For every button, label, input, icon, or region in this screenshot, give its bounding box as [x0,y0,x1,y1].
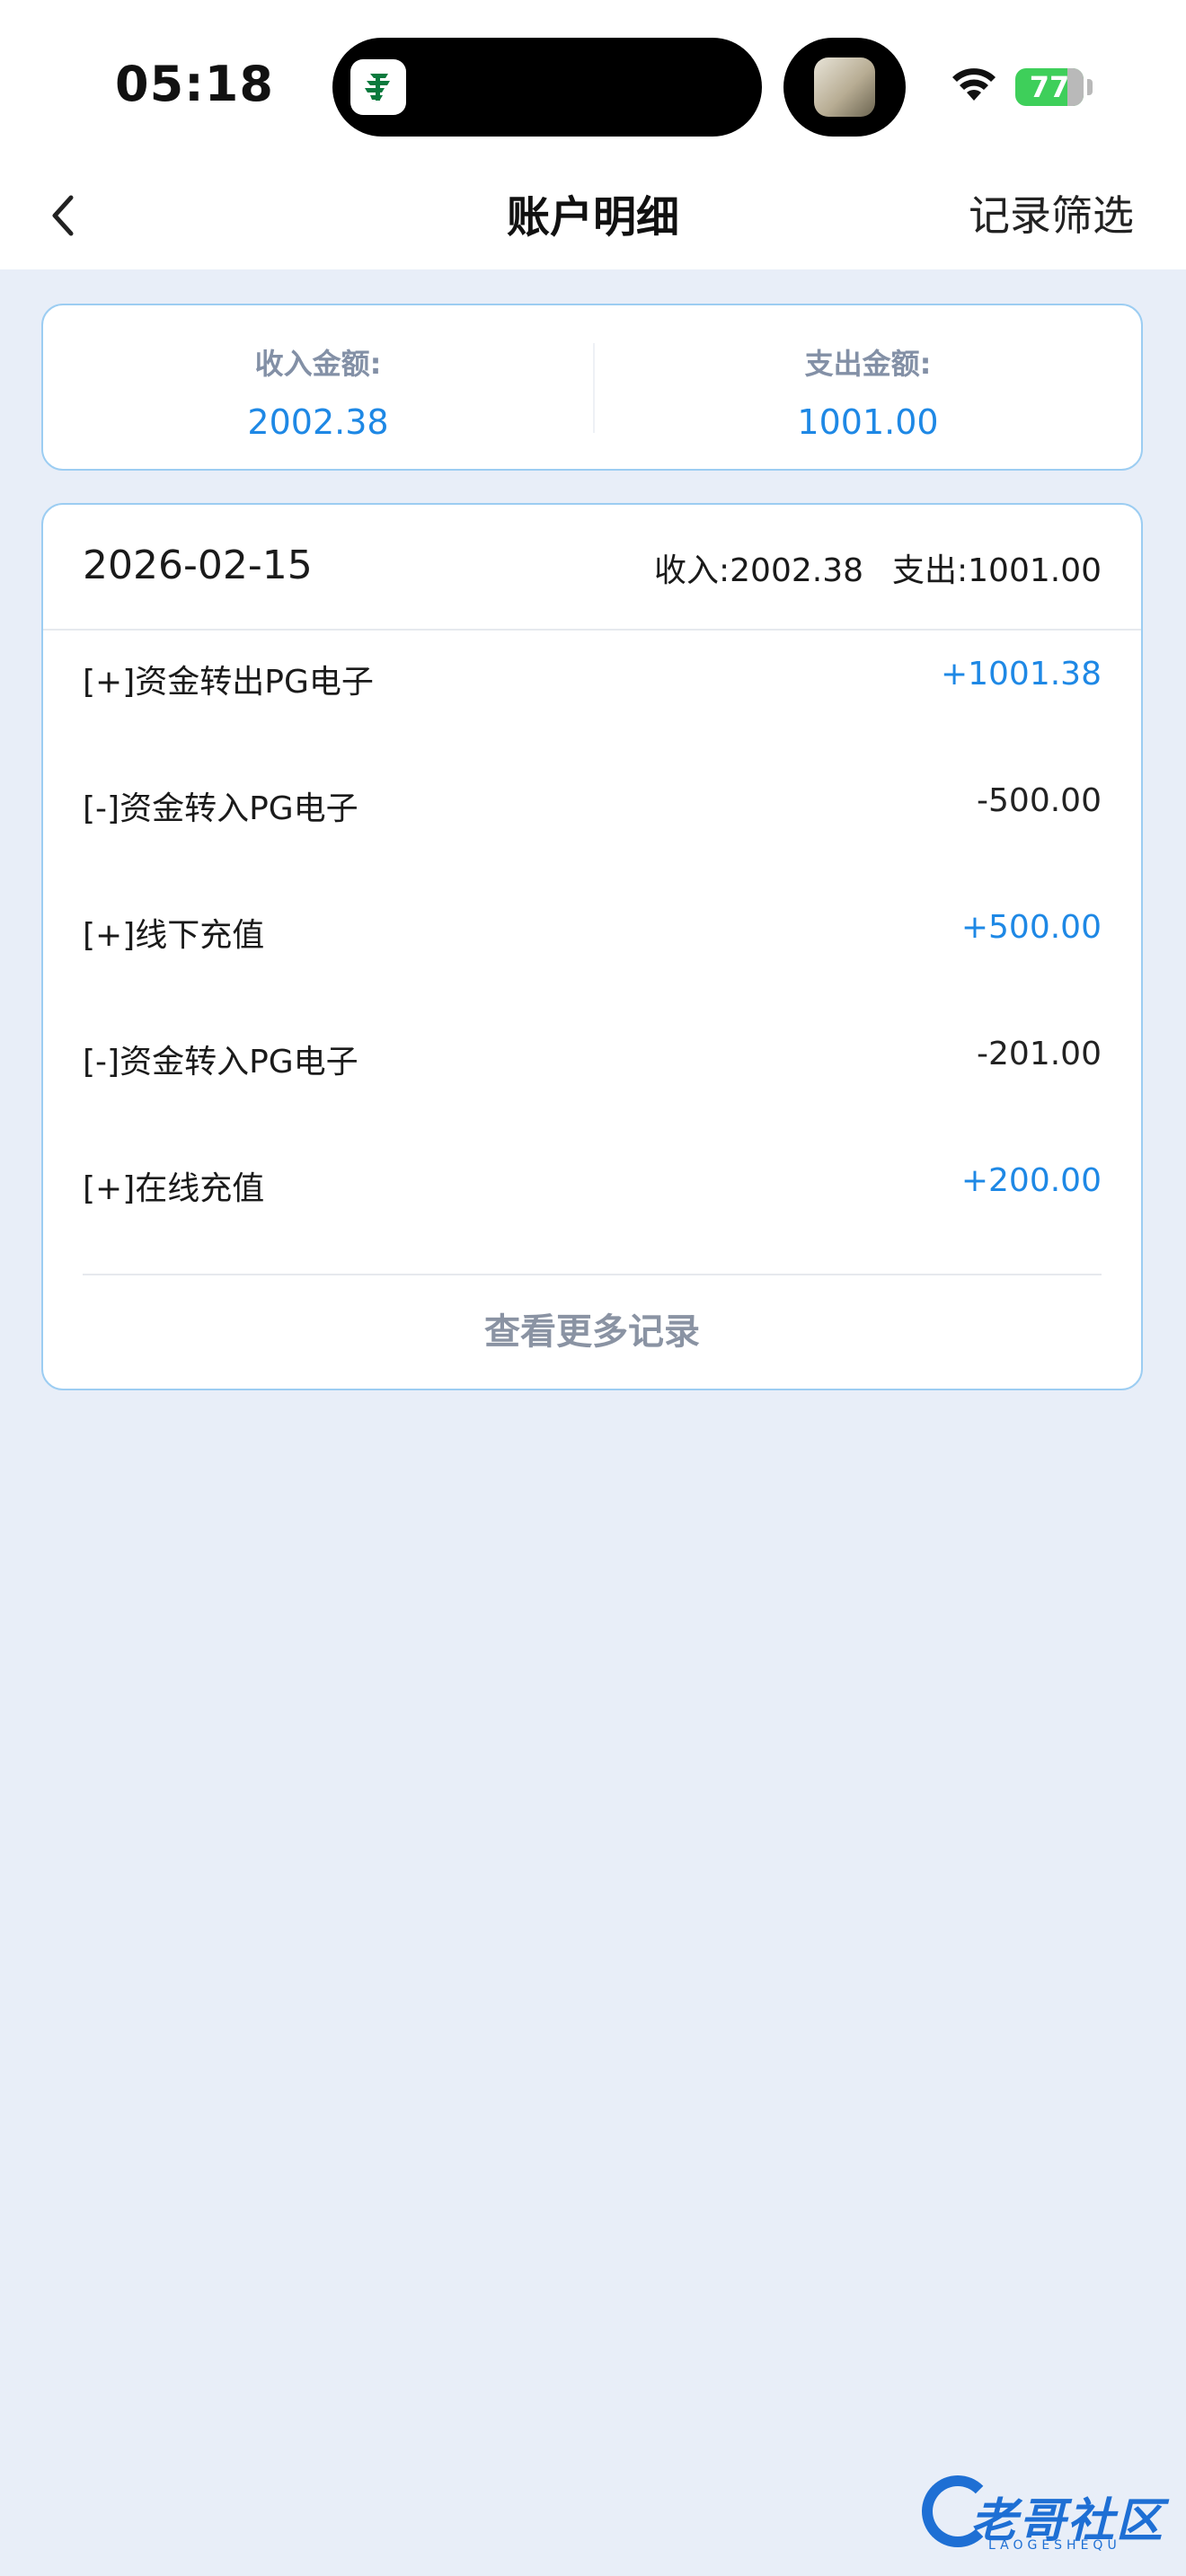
day-income-summary: 收入:2002.38 [654,552,863,589]
record-amount: -500.00 [977,782,1102,819]
records-header: 2026-02-15 收入:2002.38 支出:1001.00 [43,505,1141,631]
record-amount: +200.00 [960,1162,1102,1199]
record-amount: -201.00 [977,1036,1102,1072]
status-time: 05:18 [115,56,274,112]
day-expense-summary: 支出:1001.00 [892,552,1102,589]
records-date: 2026-02-15 [83,543,313,588]
income-summary: 收入金额: 2002.38 [43,305,593,469]
view-more-button[interactable]: 查看更多记录 [43,1275,1141,1389]
back-button[interactable] [36,187,90,244]
record-name: [+]资金转出PG电子 [83,664,374,701]
record-row[interactable]: [+]在线充值 +200.00 [83,1137,1102,1264]
records-list: [+]资金转出PG电子 +1001.38 [-]资金转入PG电子 -500.00… [83,631,1102,1264]
wifi-icon [952,68,996,101]
page-title: 账户明细 [506,192,679,243]
record-row[interactable]: [+]资金转出PG电子 +1001.38 [83,631,1102,757]
record-row[interactable]: [+]线下充值 +500.00 [83,884,1102,1010]
battery-level: 77 [1029,70,1070,104]
watermark-subtext: LAOGESHEQU [988,2538,1121,2553]
chevron-left-icon [52,195,74,236]
record-name: [+]在线充值 [83,1170,265,1207]
media-thumbnail [814,57,875,117]
postal-app-icon[interactable] [350,59,406,115]
record-row[interactable]: [-]资金转入PG电子 -500.00 [83,757,1102,884]
dynamic-island[interactable] [332,38,762,137]
expense-summary: 支出金额: 1001.00 [593,305,1143,469]
watermark-logo: 老哥社区 LAOGESHEQU [916,2463,1177,2562]
income-label: 收入金额: [254,347,382,381]
records-card: 2026-02-15 收入:2002.38 支出:1001.00 [+]资金转出P… [41,503,1143,1390]
battery-tip [1087,79,1093,95]
records-day-summary: 收入:2002.38 支出:1001.00 [654,544,1102,591]
record-amount: +500.00 [960,909,1102,946]
expense-value: 1001.00 [797,402,939,442]
navigation-bar: 账户明细 记录筛选 [0,162,1186,269]
record-name: [+]线下充值 [83,917,265,954]
record-name: [-]资金转入PG电子 [83,790,358,827]
battery-icon: 77 [1015,68,1084,106]
record-row[interactable]: [-]资金转入PG电子 -201.00 [83,1010,1102,1137]
record-amount: +1001.38 [940,656,1102,693]
income-value: 2002.38 [247,402,389,442]
record-filter-button[interactable]: 记录筛选 [969,183,1134,243]
expense-label: 支出金额: [804,347,932,381]
summary-card: 收入金额: 2002.38 支出金额: 1001.00 [41,304,1143,471]
media-island[interactable] [783,38,906,137]
status-bar: 05:18 77 [0,0,1186,162]
record-name: [-]资金转入PG电子 [83,1044,358,1081]
